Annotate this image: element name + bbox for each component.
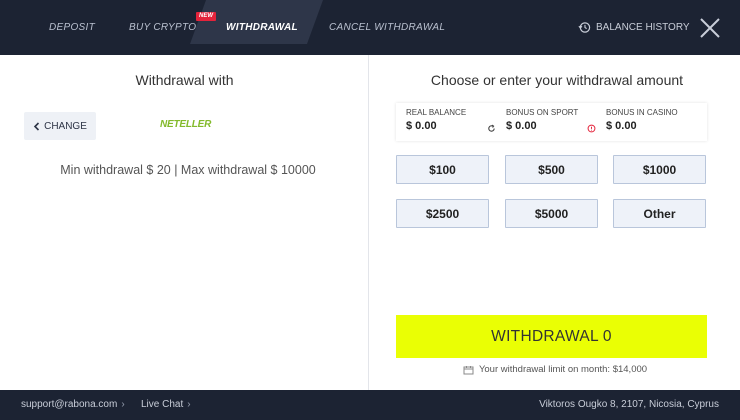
sport-bonus-label: BONUS ON SPORT bbox=[506, 108, 579, 117]
casino-bonus-value: $ 0.00 bbox=[606, 120, 637, 132]
withdrawal-submit-button[interactable]: WITHDRAWAL 0 bbox=[396, 315, 707, 358]
amount-option-100[interactable]: $100 bbox=[396, 155, 489, 184]
payment-method-panel: Withdrawal with CHANGE NETELLER Min with… bbox=[0, 55, 369, 390]
chevron-right-icon: › bbox=[187, 399, 191, 410]
tab-buy-crypto[interactable]: BUY CRYPTO bbox=[129, 0, 196, 55]
change-method-button[interactable]: CHANGE bbox=[24, 112, 96, 140]
neteller-logo: NETELLER bbox=[160, 119, 212, 130]
amount-heading: Choose or enter your withdrawal amount bbox=[430, 72, 684, 88]
sport-bonus-value: $ 0.00 bbox=[506, 120, 537, 132]
monthly-limit-text: Your withdrawal limit on month: $14,000 bbox=[478, 364, 648, 375]
live-chat-text: Live Chat bbox=[141, 399, 184, 410]
real-balance-label: REAL BALANCE bbox=[406, 108, 467, 117]
amount-option-500[interactable]: $500 bbox=[505, 155, 598, 184]
tab-withdrawal[interactable]: WITHDRAWAL bbox=[226, 0, 298, 55]
tab-cancel-withdrawal[interactable]: CANCEL WITHDRAWAL bbox=[329, 0, 445, 55]
amount-option-5000[interactable]: $5000 bbox=[505, 199, 598, 228]
chevron-right-icon: › bbox=[121, 399, 125, 410]
info-icon[interactable] bbox=[587, 124, 596, 133]
amount-option-1000[interactable]: $1000 bbox=[613, 155, 706, 184]
casino-bonus: BONUS IN CASINO $ 0.00 bbox=[606, 108, 678, 132]
footer: support@rabona.com › Live Chat › Viktoros … bbox=[0, 390, 740, 420]
support-email-link[interactable]: support@rabona.com › bbox=[21, 390, 125, 420]
amount-panel: Choose or enter your withdrawal amount R… bbox=[370, 55, 740, 390]
new-badge: NEW bbox=[196, 12, 216, 21]
real-balance-value: $ 0.00 bbox=[406, 120, 437, 132]
top-nav: DEPOSIT BUY CRYPTO NEW WITHDRAWAL CANCEL… bbox=[0, 0, 740, 55]
balance-history-label: BALANCE HISTORY bbox=[596, 22, 690, 33]
withdrawal-limits-text: Min withdrawal $ 20 | Max withdrawal $ 1… bbox=[60, 163, 316, 177]
casino-bonus-label: BONUS IN CASINO bbox=[606, 108, 678, 117]
balance-history-link[interactable]: BALANCE HISTORY bbox=[578, 0, 690, 55]
change-label: CHANGE bbox=[44, 120, 87, 132]
chevron-left-icon bbox=[33, 121, 40, 131]
refresh-icon[interactable] bbox=[487, 124, 496, 133]
company-address: Viktoros Ougko 8, 2107, Nicosia, Cyprus bbox=[539, 399, 719, 410]
sport-bonus: BONUS ON SPORT $ 0.00 bbox=[506, 108, 578, 132]
live-chat-link[interactable]: Live Chat › bbox=[141, 390, 191, 420]
calendar-icon bbox=[463, 365, 474, 374]
amount-option-2500[interactable]: $2500 bbox=[396, 199, 489, 228]
history-icon bbox=[578, 22, 591, 33]
real-balance: REAL BALANCE $ 0.00 bbox=[406, 108, 466, 132]
withdrawal-with-heading: Withdrawal with bbox=[135, 72, 234, 88]
close-icon[interactable] bbox=[698, 16, 722, 40]
tab-deposit[interactable]: DEPOSIT bbox=[49, 0, 95, 55]
balances-box: REAL BALANCE $ 0.00 BONUS ON SPORT $ 0.0… bbox=[396, 103, 707, 141]
support-email-text: support@rabona.com bbox=[21, 399, 118, 410]
monthly-limit-note: Your withdrawal limit on month: $14,000 bbox=[370, 364, 740, 375]
amount-option-other[interactable]: Other bbox=[613, 199, 706, 228]
